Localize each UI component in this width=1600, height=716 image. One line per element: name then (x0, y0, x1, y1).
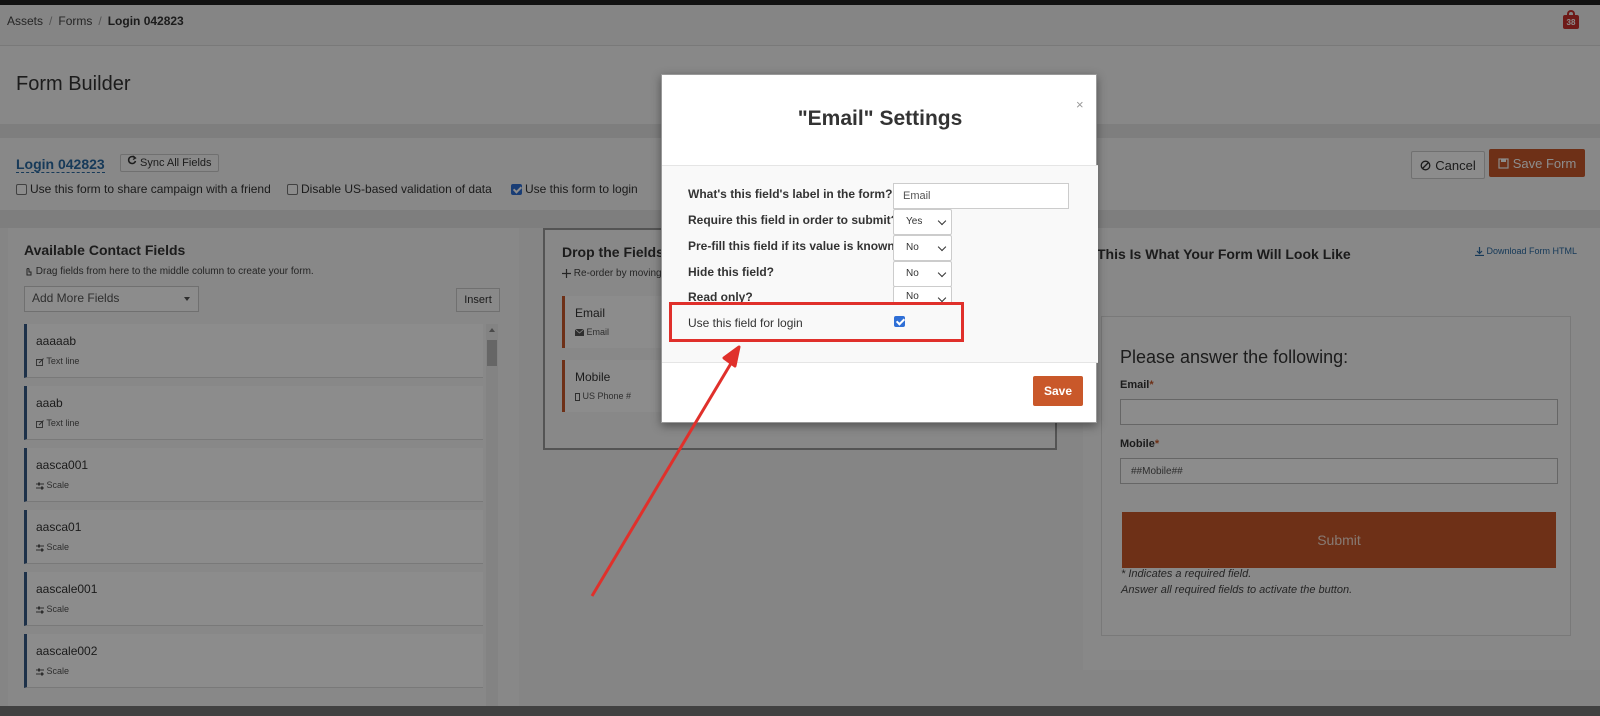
chevron-down-icon (937, 268, 947, 278)
hide-question: Hide this field? (688, 265, 775, 279)
hide-select[interactable]: No (893, 261, 952, 287)
divider (662, 362, 1098, 363)
prefill-select[interactable]: No (893, 235, 952, 261)
select-value: Yes (906, 216, 923, 227)
modal-title: "Email" Settings (797, 107, 963, 130)
email-settings-modal: × "Email" Settings What's this field's l… (661, 74, 1098, 423)
select-value: No (906, 268, 919, 279)
chevron-down-icon (937, 216, 947, 226)
save-button[interactable]: Save (1033, 376, 1083, 406)
prefill-question: Pre-fill this field if its value is know… (688, 239, 903, 253)
select-value: No (906, 291, 919, 302)
highlight-box (669, 302, 964, 342)
label-question: What's this field's label in the form? (688, 187, 893, 201)
require-question: Require this field in order to submit? (688, 213, 899, 227)
select-value: No (906, 242, 919, 253)
require-select[interactable]: Yes (893, 209, 952, 235)
field-label-input[interactable]: Email (893, 183, 1069, 209)
chevron-down-icon (937, 293, 947, 303)
chevron-down-icon (937, 242, 947, 252)
